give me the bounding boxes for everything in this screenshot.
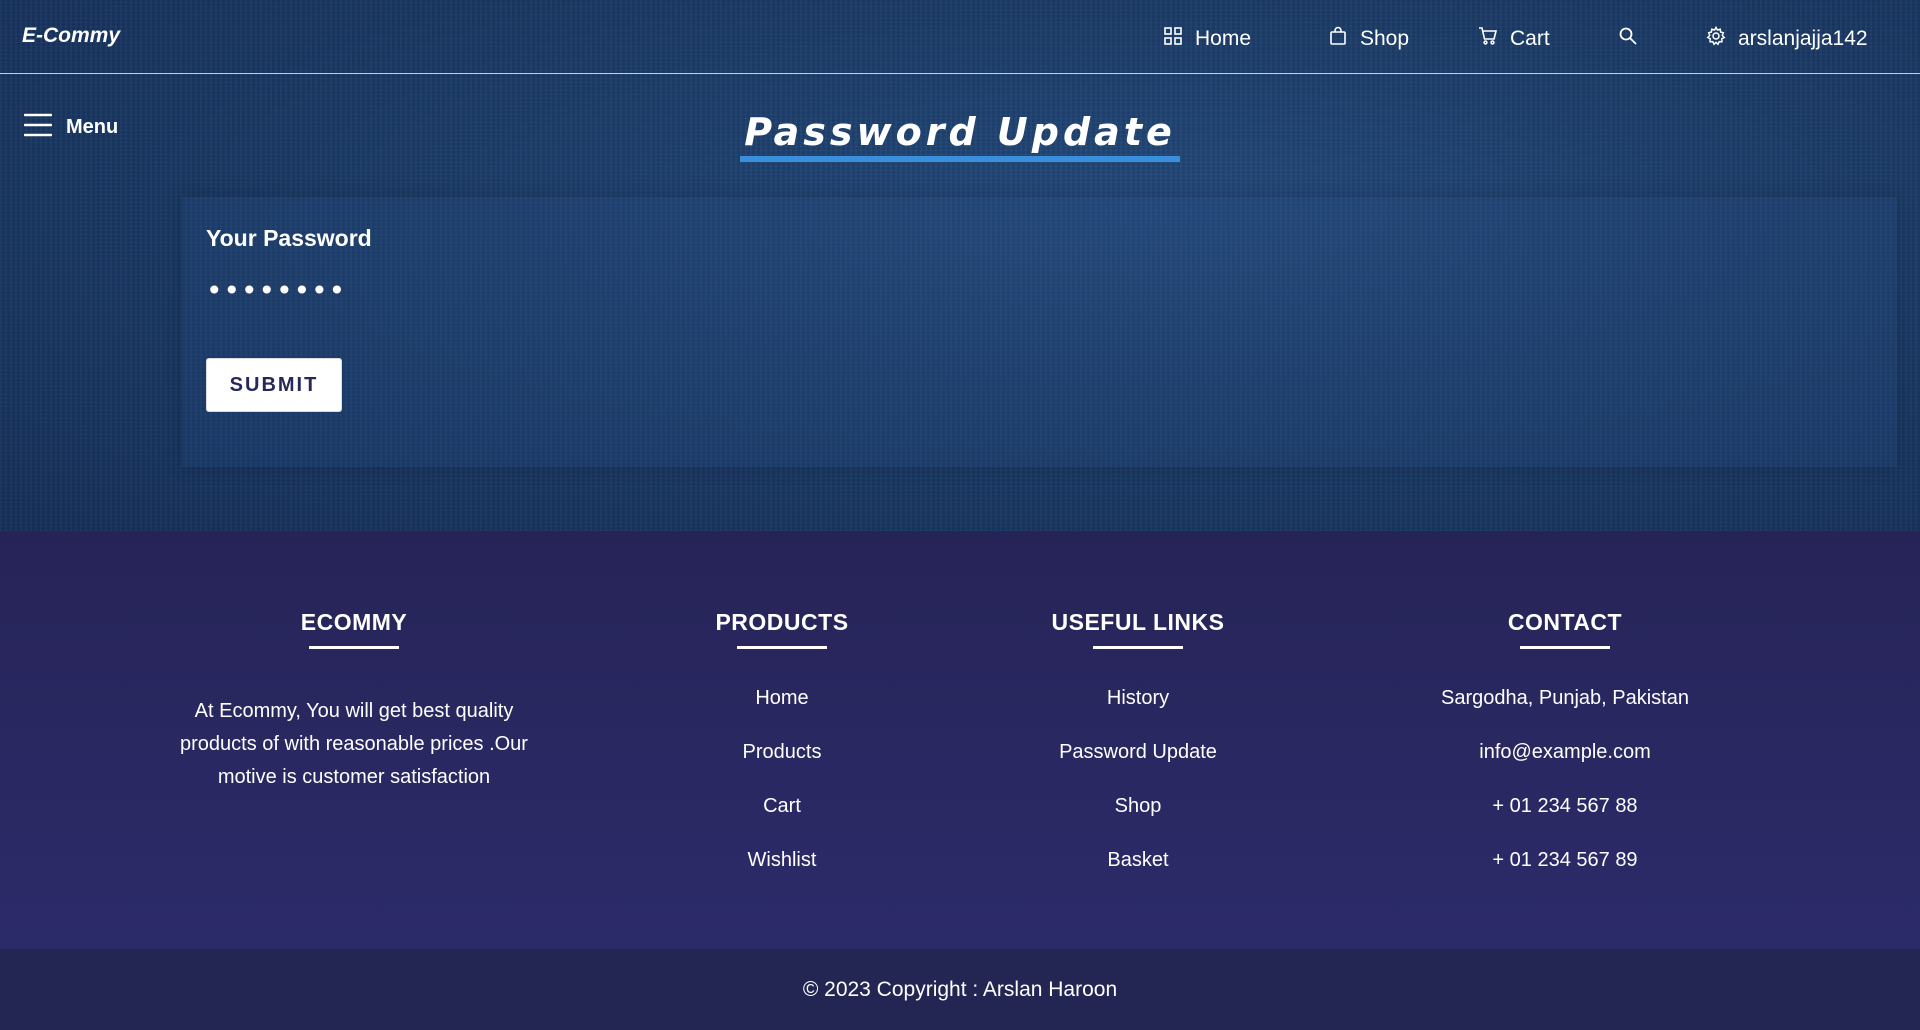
username-label: arslanjajja142: [1738, 27, 1868, 50]
footer-heading-useful-links: USEFUL LINKS: [1051, 609, 1225, 635]
page-title-container: Password Update: [0, 110, 1920, 162]
footer-link-password-update[interactable]: Password Update: [928, 737, 1348, 791]
nav-item-label: Home: [1195, 27, 1252, 50]
gear-icon: [1706, 25, 1726, 52]
hero-section: E-Commy Home Shop Cart arslanjajja142 Me…: [0, 0, 1920, 531]
password-update-form: Your Password SUBMIT: [182, 197, 1897, 467]
contact-phone[interactable]: + 01 234 567 89: [1355, 845, 1775, 899]
footer: ECOMMY At Ecommy, You will get best qual…: [0, 531, 1920, 949]
contact-email[interactable]: info@example.com: [1355, 737, 1775, 791]
brand-logo[interactable]: E-Commy: [22, 24, 120, 48]
useful-links-list: History Password Update Shop Basket: [928, 683, 1348, 899]
heading-underline: [1093, 646, 1183, 649]
page-title: Password Update: [740, 110, 1180, 162]
footer-link-basket[interactable]: Basket: [928, 845, 1348, 899]
cart-icon: [1478, 26, 1498, 52]
submit-button[interactable]: SUBMIT: [206, 358, 342, 412]
footer-about-text: At Ecommy, You will get best quality pro…: [180, 700, 528, 788]
copyright-bar: © 2023 Copyright : Arslan Haroon: [0, 949, 1920, 1030]
nav-item-home[interactable]: Home: [1163, 25, 1251, 53]
shopping-bag-icon: [1328, 26, 1348, 52]
user-settings-menu[interactable]: arslanjajja142: [1706, 25, 1868, 53]
contact-list: Sargodha, Punjab, Pakistan info@example.…: [1355, 683, 1775, 899]
nav-item-shop[interactable]: Shop: [1328, 25, 1409, 53]
footer-link-shop[interactable]: Shop: [928, 791, 1348, 845]
search-button[interactable]: [1618, 25, 1638, 53]
nav-item-cart[interactable]: Cart: [1478, 25, 1550, 53]
footer-link-history[interactable]: History: [928, 683, 1348, 737]
contact-phone[interactable]: + 01 234 567 88: [1355, 791, 1775, 845]
footer-heading-products: PRODUCTS: [715, 609, 849, 635]
copyright-text: © 2023 Copyright : Arslan Haroon: [802, 977, 1118, 1001]
footer-column-contact: CONTACT Sargodha, Punjab, Pakistan info@…: [1355, 609, 1775, 899]
footer-column-ecommy: ECOMMY At Ecommy, You will get best qual…: [144, 609, 564, 794]
password-label: Your Password: [206, 225, 372, 251]
nav-item-label: Shop: [1360, 27, 1410, 50]
heading-underline: [1520, 646, 1610, 649]
navbar: E-Commy Home Shop Cart arslanjajja142: [0, 0, 1920, 74]
grid-icon: [1163, 26, 1183, 52]
footer-heading-ecommy: ECOMMY: [300, 609, 408, 635]
nav-item-label: Cart: [1510, 27, 1550, 50]
footer-column-useful-links: USEFUL LINKS History Password Update Sho…: [928, 609, 1348, 899]
heading-underline: [737, 646, 827, 649]
contact-address: Sargodha, Punjab, Pakistan: [1441, 687, 1689, 709]
password-input[interactable]: [206, 273, 806, 307]
search-icon: [1618, 26, 1638, 52]
heading-underline: [309, 646, 399, 649]
footer-heading-contact: CONTACT: [1507, 609, 1623, 635]
